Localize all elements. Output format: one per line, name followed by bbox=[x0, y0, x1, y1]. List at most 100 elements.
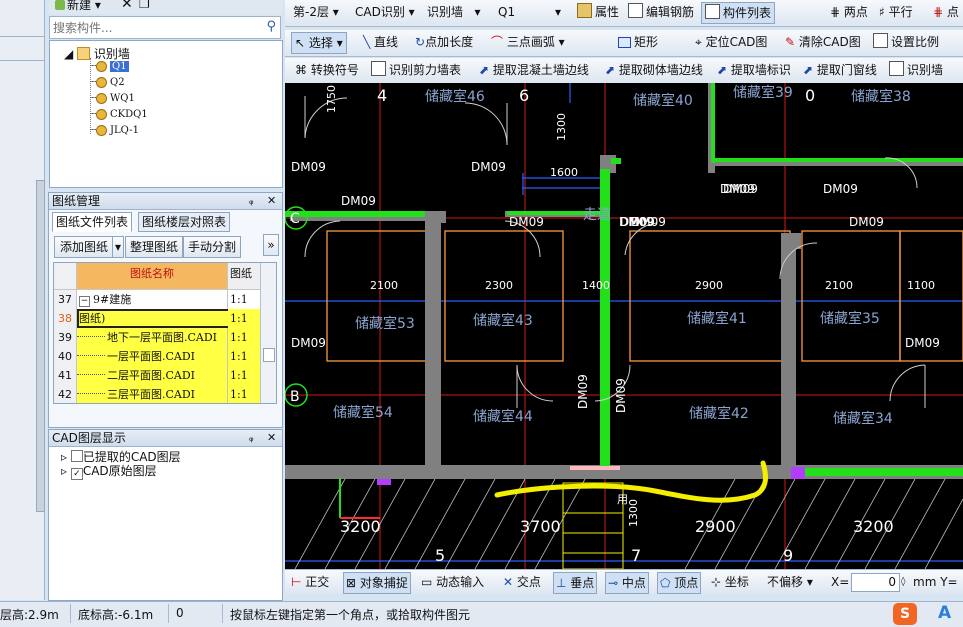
scrollbar-thumb[interactable] bbox=[263, 348, 275, 362]
recognize-shear-wall-button[interactable]: 识别剪力墙表 bbox=[371, 58, 461, 82]
x-coordinate-input[interactable]: 0 bbox=[851, 573, 900, 592]
manual-split-button[interactable]: 手动分割 bbox=[183, 236, 241, 258]
drawing-scale-cell[interactable]: 1:1 bbox=[228, 328, 260, 347]
drawing-name-cell[interactable]: 三层平面图.CADI bbox=[77, 385, 228, 403]
drawing-name-cell[interactable]: −9#建施 bbox=[77, 290, 228, 309]
search-box[interactable]: ⚲ bbox=[49, 16, 281, 39]
room-label: 储藏室46 bbox=[425, 88, 485, 105]
table-row[interactable]: 39 地下一层平面图.CADI 1:1 bbox=[54, 328, 276, 348]
line-button[interactable]: ╲ 直线 bbox=[363, 30, 398, 54]
extract-wall-label-button[interactable]: ⬈ 提取墙标识 bbox=[717, 58, 791, 82]
grid-letter: B bbox=[290, 389, 300, 405]
drawing-scale-cell[interactable]: 1:1 bbox=[228, 290, 260, 309]
new-button[interactable]: 新建 ▾ bbox=[55, 0, 101, 13]
object-snap-toggle[interactable]: ⊠ 对象捕捉 bbox=[343, 572, 411, 594]
table-row[interactable]: 37−9#建施 1:1 bbox=[54, 290, 276, 310]
tree-root[interactable]: ◢ 识别墙 bbox=[64, 45, 130, 62]
collapse-icon[interactable]: − bbox=[79, 296, 90, 307]
pin-icon[interactable]: ᵩ bbox=[249, 430, 254, 446]
tree-item-label: WQ1 bbox=[110, 93, 135, 104]
point-angle-button[interactable]: ⋕ 点 bbox=[933, 0, 959, 24]
set-scale-button[interactable]: 设置比例 bbox=[873, 30, 939, 54]
tree-item-ckdq1[interactable]: ┈ CKDQ1 bbox=[90, 109, 148, 120]
more-button[interactable]: » bbox=[263, 234, 279, 256]
table-row[interactable]: 38 图纸) 1:1 bbox=[54, 309, 276, 329]
add-drawing-dropdown[interactable]: ▾ bbox=[112, 236, 124, 258]
edit-rebar-button[interactable]: 编辑钢筋 bbox=[628, 0, 694, 24]
organize-drawing-button[interactable]: 整理图纸 bbox=[125, 236, 183, 258]
door-label: DM09 bbox=[849, 215, 884, 229]
grid-number: 5 bbox=[435, 546, 445, 565]
search-icon[interactable]: ⚲ bbox=[266, 19, 276, 34]
three-point-arc-button[interactable]: ⌒ 三点画弧 ▾ bbox=[491, 30, 565, 54]
tab-drawing-files[interactable]: 图纸文件列表 bbox=[52, 212, 133, 232]
close-icon[interactable]: ✕ bbox=[267, 193, 276, 209]
pin-icon[interactable]: ᵩ bbox=[249, 193, 254, 209]
component-dropdown-arrow[interactable]: ▾ bbox=[555, 0, 561, 24]
tree-item-jlq1[interactable]: ┈ JLQ-1 bbox=[90, 125, 139, 136]
convert-symbol-button[interactable]: ⌘ 转换符号 bbox=[295, 58, 359, 82]
left-scrollbar[interactable] bbox=[36, 180, 45, 512]
drawing-name-cell[interactable]: 一层平面图.CADI bbox=[77, 347, 228, 366]
perpendicular-snap[interactable]: ⊥ 垂点 bbox=[553, 572, 598, 594]
component-list-button[interactable]: 构件列表 bbox=[701, 2, 776, 24]
cad-drawing-canvas[interactable]: 储藏室46 储藏室40 储藏室39 储藏室38 储藏室53 储藏室43 储藏室41 储藏室35… bbox=[285, 83, 963, 569]
tab-floor-mapping[interactable]: 图纸楼层对照表 bbox=[138, 212, 231, 232]
drawing-scale-cell[interactable]: 1:1 bbox=[228, 309, 260, 328]
intersection-snap[interactable]: ✕ 交点 bbox=[503, 570, 541, 594]
drawing-name-cell[interactable]: 地下一层平面图.CADI bbox=[77, 328, 228, 347]
door-swing bbox=[889, 364, 926, 402]
drawing-scale-cell[interactable]: 1:1 bbox=[228, 347, 260, 366]
drawing-scale-cell[interactable]: 1:1 bbox=[228, 385, 260, 403]
layer-checkbox[interactable] bbox=[70, 450, 83, 462]
tree-item-wq1[interactable]: ┈ WQ1 bbox=[90, 93, 135, 104]
clear-cad-button[interactable]: ✎ 清除CAD图 bbox=[785, 30, 861, 54]
layer-item-original[interactable]: ▹ ✓ CAD原始图层 bbox=[61, 462, 157, 480]
drawing-name-cell[interactable]: 二层平面图.CADI bbox=[77, 366, 228, 385]
wall bbox=[781, 233, 796, 479]
tree-item-q1[interactable]: ┈ Q1 bbox=[90, 61, 129, 72]
delete-icon[interactable]: ✕ bbox=[121, 0, 133, 12]
drawing-scale-cell[interactable]: 1:1 bbox=[228, 366, 260, 385]
two-points-button[interactable]: ⋕ 两点 bbox=[830, 0, 868, 24]
vertex-snap[interactable]: ⬠ 顶点 bbox=[657, 572, 702, 594]
point-length-label: 点加长度 bbox=[425, 35, 474, 49]
layer-checkbox[interactable]: ✓ bbox=[70, 468, 83, 480]
cad-recognize-dropdown[interactable]: CAD识别 ▾ bbox=[355, 0, 415, 24]
point-length-button[interactable]: ↻点加长度 bbox=[415, 30, 473, 54]
column-header-scale[interactable]: 图纸 bbox=[228, 263, 262, 289]
add-drawing-button[interactable]: 添加图纸 bbox=[54, 236, 114, 258]
extract-door-window-button[interactable]: ⬈ 提取门窗线 bbox=[803, 58, 877, 82]
dynamic-input-toggle[interactable]: ▭ 动态输入 bbox=[421, 570, 484, 594]
recognize-wall-button[interactable]: 识别墙 bbox=[889, 58, 943, 82]
recognize-wall-dropdown[interactable]: 识别墙 ▾ bbox=[427, 0, 480, 24]
font-a-icon[interactable]: A bbox=[938, 603, 951, 623]
tree-item-q2[interactable]: ┈ Q2 bbox=[90, 77, 125, 88]
door-swing bbox=[304, 220, 341, 258]
properties-button[interactable]: 属性 bbox=[577, 0, 619, 24]
extract-masonry-wall-button[interactable]: ⬈ 提取砌体墙边线 bbox=[605, 58, 703, 82]
ortho-toggle[interactable]: ⊢ 正交 bbox=[291, 570, 329, 594]
table-row[interactable]: 42 三层平面图.CADI 1:1 bbox=[54, 385, 276, 403]
select-button[interactable]: ↖ 选择 ▾ bbox=[291, 32, 347, 54]
table-row[interactable]: 40 一层平面图.CADI 1:1 bbox=[54, 347, 276, 367]
extract-concrete-wall-button[interactable]: ⬈ 提取混凝土墙边线 bbox=[479, 58, 589, 82]
midpoint-snap[interactable]: ⊸ 中点 bbox=[605, 572, 649, 594]
floor-dropdown[interactable]: 第-2层 ▾ bbox=[293, 0, 339, 24]
status-hint-text: 按鼠标左键指定第一个角点，或拾取构件图元 bbox=[230, 608, 471, 622]
table-scrollbar[interactable] bbox=[260, 263, 276, 403]
offset-dropdown[interactable]: 不偏移 ▾ bbox=[767, 570, 813, 594]
table-row[interactable]: 41 二层平面图.CADI 1:1 bbox=[54, 366, 276, 386]
drawing-name-cell[interactable]: 图纸) bbox=[77, 309, 231, 328]
rectangle-button[interactable]: 矩形 bbox=[618, 30, 658, 54]
locate-cad-button[interactable]: ⌖ 定位CAD图 bbox=[695, 30, 767, 54]
floor-plan-drawing[interactable]: 储藏室46 储藏室40 储藏室39 储藏室38 储藏室53 储藏室43 储藏室41 储藏室35… bbox=[285, 83, 963, 569]
input-method-icon[interactable]: S bbox=[893, 603, 917, 625]
search-input[interactable] bbox=[50, 17, 255, 38]
close-icon[interactable]: ✕ bbox=[267, 430, 276, 446]
parallel-button[interactable]: ♯ 平行 bbox=[879, 0, 913, 24]
copy-icon[interactable]: ❐ bbox=[139, 0, 150, 11]
x-spinner[interactable]: ◊ bbox=[901, 570, 905, 594]
coordinate-toggle[interactable]: ⊹ 坐标 bbox=[711, 570, 749, 594]
column-header-name[interactable]: 图纸名称 bbox=[77, 263, 228, 289]
